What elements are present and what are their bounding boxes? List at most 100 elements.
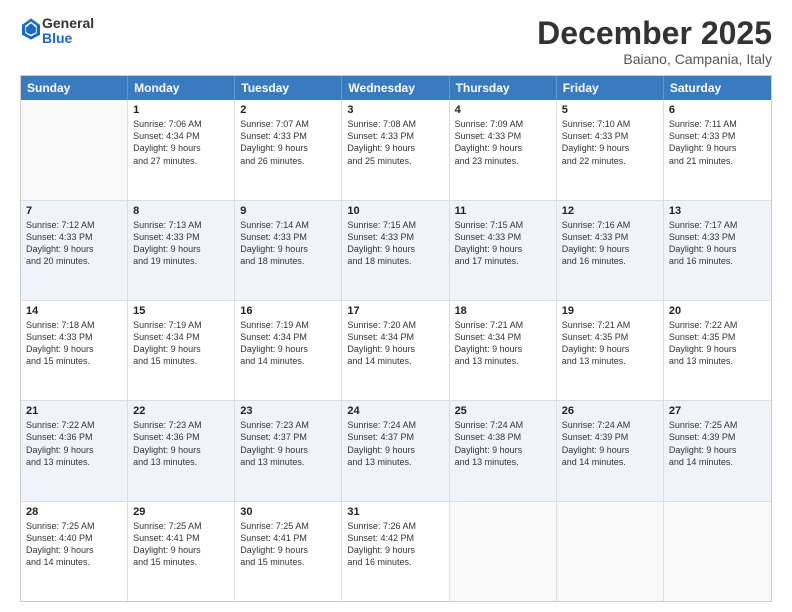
calendar-day-cell: 5 Sunrise: 7:10 AM Sunset: 4:33 PM Daylig… xyxy=(557,100,664,199)
day-info: Sunrise: 7:25 AM Sunset: 4:41 PM Dayligh… xyxy=(240,520,336,569)
day-number: 28 xyxy=(26,506,122,518)
day-info: Sunrise: 7:10 AM Sunset: 4:33 PM Dayligh… xyxy=(562,118,658,167)
day-info: Sunrise: 7:23 AM Sunset: 4:36 PM Dayligh… xyxy=(133,419,229,468)
empty-cell xyxy=(21,100,128,199)
calendar-day-cell: 23 Sunrise: 7:23 AM Sunset: 4:37 PM Dayli… xyxy=(235,401,342,500)
day-number: 18 xyxy=(455,305,551,317)
day-info: Sunrise: 7:25 AM Sunset: 4:40 PM Dayligh… xyxy=(26,520,122,569)
calendar-day-cell: 21Sunrise: 7:22 AM Sunset: 4:36 PM Dayli… xyxy=(21,401,128,500)
day-info: Sunrise: 7:06 AM Sunset: 4:34 PM Dayligh… xyxy=(133,118,229,167)
logo-blue: Blue xyxy=(42,30,72,46)
day-of-week-header: Saturday xyxy=(664,76,771,100)
day-info: Sunrise: 7:25 AM Sunset: 4:39 PM Dayligh… xyxy=(669,419,766,468)
page: General Blue December 2025 Baiano, Campa… xyxy=(0,0,792,612)
day-info: Sunrise: 7:22 AM Sunset: 4:36 PM Dayligh… xyxy=(26,419,122,468)
day-number: 22 xyxy=(133,405,229,417)
day-info: Sunrise: 7:08 AM Sunset: 4:33 PM Dayligh… xyxy=(347,118,443,167)
calendar-day-cell: 8Sunrise: 7:13 AM Sunset: 4:33 PM Daylig… xyxy=(128,201,235,300)
calendar-day-cell: 18Sunrise: 7:21 AM Sunset: 4:34 PM Dayli… xyxy=(450,301,557,400)
empty-cell xyxy=(557,502,664,601)
day-info: Sunrise: 7:20 AM Sunset: 4:34 PM Dayligh… xyxy=(347,319,443,368)
calendar-day-cell: 15Sunrise: 7:19 AM Sunset: 4:34 PM Dayli… xyxy=(128,301,235,400)
day-info: Sunrise: 7:22 AM Sunset: 4:35 PM Dayligh… xyxy=(669,319,766,368)
calendar-day-cell: 2 Sunrise: 7:07 AM Sunset: 4:33 PM Daylig… xyxy=(235,100,342,199)
day-of-week-header: Friday xyxy=(557,76,664,100)
day-info: Sunrise: 7:21 AM Sunset: 4:35 PM Dayligh… xyxy=(562,319,658,368)
day-info: Sunrise: 7:19 AM Sunset: 4:34 PM Dayligh… xyxy=(240,319,336,368)
day-number: 23 xyxy=(240,405,336,417)
day-number: 9 xyxy=(240,205,336,217)
logo: General Blue xyxy=(20,16,94,47)
calendar: SundayMondayTuesdayWednesdayThursdayFrid… xyxy=(20,75,772,602)
logo-general: General xyxy=(42,15,94,31)
day-number: 10 xyxy=(347,205,443,217)
calendar-day-cell: 31Sunrise: 7:26 AM Sunset: 4:42 PM Dayli… xyxy=(342,502,449,601)
title-block: December 2025 Baiano, Campania, Italy xyxy=(537,16,772,67)
day-number: 25 xyxy=(455,405,551,417)
location: Baiano, Campania, Italy xyxy=(537,51,772,67)
day-number: 5 xyxy=(562,104,658,116)
calendar-day-cell: 16 Sunrise: 7:19 AM Sunset: 4:34 PM Dayli… xyxy=(235,301,342,400)
empty-cell xyxy=(450,502,557,601)
calendar-day-cell: 25 Sunrise: 7:24 AM Sunset: 4:38 PM Dayli… xyxy=(450,401,557,500)
calendar-body: 1 Sunrise: 7:06 AM Sunset: 4:34 PM Daylig… xyxy=(21,100,771,601)
calendar-day-cell: 30 Sunrise: 7:25 AM Sunset: 4:41 PM Dayli… xyxy=(235,502,342,601)
calendar-week-row: 21Sunrise: 7:22 AM Sunset: 4:36 PM Dayli… xyxy=(21,401,771,501)
calendar-day-cell: 10 Sunrise: 7:15 AM Sunset: 4:33 PM Dayli… xyxy=(342,201,449,300)
calendar-day-cell: 4Sunrise: 7:09 AM Sunset: 4:33 PM Daylig… xyxy=(450,100,557,199)
day-info: Sunrise: 7:15 AM Sunset: 4:33 PM Dayligh… xyxy=(347,219,443,268)
calendar-day-cell: 26Sunrise: 7:24 AM Sunset: 4:39 PM Dayli… xyxy=(557,401,664,500)
calendar-week-row: 28 Sunrise: 7:25 AM Sunset: 4:40 PM Dayli… xyxy=(21,502,771,601)
day-info: Sunrise: 7:25 AM Sunset: 4:41 PM Dayligh… xyxy=(133,520,229,569)
day-info: Sunrise: 7:26 AM Sunset: 4:42 PM Dayligh… xyxy=(347,520,443,569)
month-title: December 2025 xyxy=(537,16,772,51)
calendar-day-cell: 17 Sunrise: 7:20 AM Sunset: 4:34 PM Dayli… xyxy=(342,301,449,400)
calendar-day-cell: 3 Sunrise: 7:08 AM Sunset: 4:33 PM Daylig… xyxy=(342,100,449,199)
day-info: Sunrise: 7:24 AM Sunset: 4:39 PM Dayligh… xyxy=(562,419,658,468)
day-number: 3 xyxy=(347,104,443,116)
day-info: Sunrise: 7:15 AM Sunset: 4:33 PM Dayligh… xyxy=(455,219,551,268)
calendar-day-cell: 13 Sunrise: 7:17 AM Sunset: 4:33 PM Dayli… xyxy=(664,201,771,300)
day-info: Sunrise: 7:07 AM Sunset: 4:33 PM Dayligh… xyxy=(240,118,336,167)
day-number: 24 xyxy=(347,405,443,417)
day-number: 7 xyxy=(26,205,122,217)
calendar-header-row: SundayMondayTuesdayWednesdayThursdayFrid… xyxy=(21,76,771,100)
day-number: 13 xyxy=(669,205,766,217)
day-number: 6 xyxy=(669,104,766,116)
day-info: Sunrise: 7:23 AM Sunset: 4:37 PM Dayligh… xyxy=(240,419,336,468)
day-info: Sunrise: 7:16 AM Sunset: 4:33 PM Dayligh… xyxy=(562,219,658,268)
day-number: 1 xyxy=(133,104,229,116)
calendar-day-cell: 19Sunrise: 7:21 AM Sunset: 4:35 PM Dayli… xyxy=(557,301,664,400)
day-of-week-header: Monday xyxy=(128,76,235,100)
day-info: Sunrise: 7:12 AM Sunset: 4:33 PM Dayligh… xyxy=(26,219,122,268)
day-info: Sunrise: 7:18 AM Sunset: 4:33 PM Dayligh… xyxy=(26,319,122,368)
calendar-day-cell: 9Sunrise: 7:14 AM Sunset: 4:33 PM Daylig… xyxy=(235,201,342,300)
day-number: 16 xyxy=(240,305,336,317)
calendar-day-cell: 12Sunrise: 7:16 AM Sunset: 4:33 PM Dayli… xyxy=(557,201,664,300)
day-number: 20 xyxy=(669,305,766,317)
calendar-day-cell: 7 Sunrise: 7:12 AM Sunset: 4:33 PM Daylig… xyxy=(21,201,128,300)
day-info: Sunrise: 7:19 AM Sunset: 4:34 PM Dayligh… xyxy=(133,319,229,368)
day-info: Sunrise: 7:24 AM Sunset: 4:37 PM Dayligh… xyxy=(347,419,443,468)
day-number: 11 xyxy=(455,205,551,217)
calendar-day-cell: 11 Sunrise: 7:15 AM Sunset: 4:33 PM Dayli… xyxy=(450,201,557,300)
empty-cell xyxy=(664,502,771,601)
calendar-week-row: 1 Sunrise: 7:06 AM Sunset: 4:34 PM Daylig… xyxy=(21,100,771,200)
calendar-day-cell: 20 Sunrise: 7:22 AM Sunset: 4:35 PM Dayli… xyxy=(664,301,771,400)
calendar-week-row: 14Sunrise: 7:18 AM Sunset: 4:33 PM Dayli… xyxy=(21,301,771,401)
day-of-week-header: Sunday xyxy=(21,76,128,100)
day-number: 30 xyxy=(240,506,336,518)
calendar-day-cell: 1 Sunrise: 7:06 AM Sunset: 4:34 PM Daylig… xyxy=(128,100,235,199)
day-number: 29 xyxy=(133,506,229,518)
calendar-day-cell: 14Sunrise: 7:18 AM Sunset: 4:33 PM Dayli… xyxy=(21,301,128,400)
calendar-day-cell: 29 Sunrise: 7:25 AM Sunset: 4:41 PM Dayli… xyxy=(128,502,235,601)
day-number: 17 xyxy=(347,305,443,317)
day-info: Sunrise: 7:13 AM Sunset: 4:33 PM Dayligh… xyxy=(133,219,229,268)
calendar-day-cell: 6 Sunrise: 7:11 AM Sunset: 4:33 PM Daylig… xyxy=(664,100,771,199)
day-info: Sunrise: 7:24 AM Sunset: 4:38 PM Dayligh… xyxy=(455,419,551,468)
day-info: Sunrise: 7:11 AM Sunset: 4:33 PM Dayligh… xyxy=(669,118,766,167)
day-of-week-header: Wednesday xyxy=(342,76,449,100)
header: General Blue December 2025 Baiano, Campa… xyxy=(20,16,772,67)
day-number: 2 xyxy=(240,104,336,116)
day-info: Sunrise: 7:17 AM Sunset: 4:33 PM Dayligh… xyxy=(669,219,766,268)
